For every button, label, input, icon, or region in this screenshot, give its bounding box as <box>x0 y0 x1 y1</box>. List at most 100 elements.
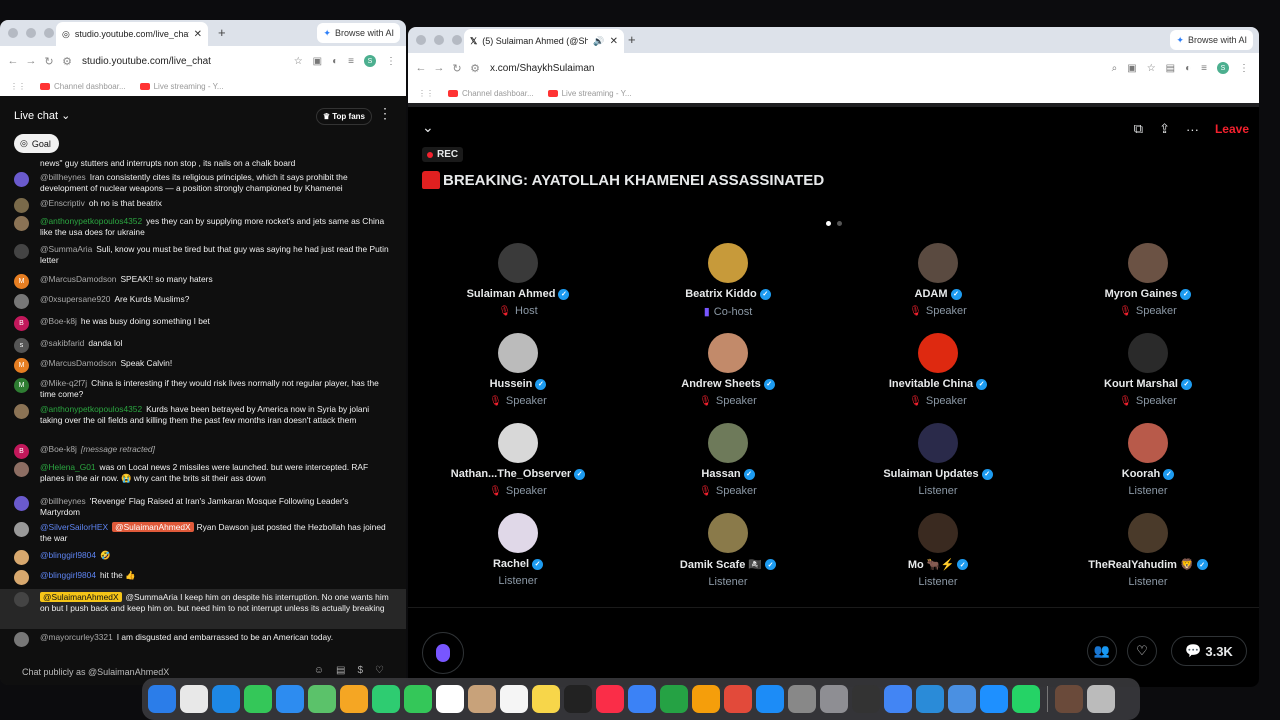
facetime-icon[interactable] <box>372 685 400 713</box>
avatar[interactable]: M <box>14 378 29 393</box>
bookmark-live-streaming[interactable]: Live streaming - Y... <box>139 82 224 91</box>
phone-icon[interactable] <box>404 685 432 713</box>
apps-grid-icon[interactable]: ⋮⋮ <box>10 82 26 91</box>
chat-username[interactable]: @Helena_G01 <box>40 462 96 472</box>
appstore-icon[interactable] <box>756 685 784 713</box>
superchat-icon[interactable]: $ <box>357 665 363 676</box>
finder-icon[interactable] <box>148 685 176 713</box>
leave-button[interactable]: Leave <box>1215 122 1249 136</box>
settings-icon[interactable] <box>820 685 848 713</box>
bookmark-star-icon[interactable]: ☆ <box>1147 63 1156 74</box>
participant[interactable]: ADAM ✓ 🎙 Speaker <box>833 243 1043 317</box>
chat-username[interactable]: @SulaimanAhmedX <box>40 592 122 602</box>
bookmark-star-icon[interactable]: ☆ <box>294 56 303 67</box>
avatar[interactable] <box>14 462 29 477</box>
reload-icon[interactable]: ↻ <box>448 62 466 75</box>
participant[interactable]: Sulaiman Updates ✓ Listener <box>833 423 1043 497</box>
window-controls[interactable] <box>416 35 462 45</box>
bookmark-live-streaming[interactable]: Live streaming - Y... <box>547 89 632 98</box>
browse-with-ai-button[interactable]: ✦ Browse with AI <box>1170 30 1253 50</box>
chat-username[interactable]: @mayorcurley3321 <box>40 632 113 642</box>
participant[interactable]: Mo 🐂⚡ ✓ Listener <box>833 513 1043 588</box>
photos-icon[interactable] <box>340 685 368 713</box>
chat-username[interactable]: @0xsupersane920 <box>40 294 110 304</box>
chat-username[interactable]: @sakibfarid <box>40 338 84 348</box>
avatar[interactable]: B <box>14 316 29 331</box>
participant-avatar[interactable] <box>708 513 748 553</box>
browse-with-ai-button[interactable]: ✦ Browse with AI <box>317 23 400 43</box>
participant-avatar[interactable] <box>1128 333 1168 373</box>
site-settings-icon[interactable]: ⚙ <box>466 62 484 75</box>
avatar[interactable] <box>14 198 29 213</box>
reload-icon[interactable]: ↻ <box>40 55 58 68</box>
page-dots[interactable] <box>826 221 842 226</box>
participant-avatar[interactable] <box>498 423 538 463</box>
participant-avatar[interactable] <box>1128 423 1168 463</box>
avatar[interactable] <box>14 550 29 565</box>
numbers-icon[interactable] <box>660 685 688 713</box>
bookmark-channel-dashboard[interactable]: Channel dashboar... <box>40 82 126 91</box>
chrome-icon[interactable] <box>884 685 912 713</box>
url-field[interactable]: x.com/ShaykhSulaiman <box>490 63 595 74</box>
participant[interactable]: Nathan...The_Observer ✓ 🎙 Speaker <box>413 423 623 497</box>
back-icon[interactable]: ← <box>412 62 430 74</box>
profile-avatar[interactable]: S <box>364 55 376 67</box>
share-icon[interactable]: ⇪ <box>1159 121 1170 137</box>
avatar[interactable]: M <box>14 358 29 373</box>
participant[interactable]: Myron Gaines ✓ 🎙 Speaker <box>1043 243 1253 317</box>
apps-grid-icon[interactable]: ⋮⋮ <box>418 89 434 98</box>
chat-username[interactable]: @Mike-q2f7j <box>40 378 87 388</box>
participant-avatar[interactable] <box>918 513 958 553</box>
edge-icon[interactable] <box>916 685 944 713</box>
avatar[interactable] <box>14 522 29 537</box>
window-controls[interactable] <box>8 28 54 38</box>
chat-username[interactable]: @blinggirl9804 <box>40 570 96 580</box>
avatar[interactable]: M <box>14 274 29 289</box>
close-tab-icon[interactable]: ✕ <box>194 29 202 40</box>
keynote-icon[interactable] <box>628 685 656 713</box>
speaker-icon[interactable]: 🔊 <box>593 36 604 47</box>
chat-username[interactable]: @anthonypetkopoulos4352 <box>40 216 142 226</box>
chat-menu-icon[interactable]: ⋮ <box>378 105 392 122</box>
finder2-icon[interactable] <box>948 685 976 713</box>
profile-avatar[interactable]: S <box>1217 62 1229 74</box>
participant[interactable]: Hassan ✓ 🎙 Speaker <box>623 423 833 497</box>
new-tab-icon[interactable]: + <box>628 32 636 47</box>
whatsapp-icon[interactable] <box>1012 685 1040 713</box>
sticker-icon[interactable]: ▤ <box>336 665 345 676</box>
chat-username[interactable]: @Boe-k8j <box>40 444 77 454</box>
microphone-button[interactable] <box>422 632 464 674</box>
participant-avatar[interactable] <box>498 243 538 283</box>
safari-icon[interactable] <box>212 685 240 713</box>
participant[interactable]: Sulaiman Ahmed ✓ 🎙 Host <box>413 243 623 317</box>
chat-username[interactable]: @SilverSailorHEX <box>40 522 108 532</box>
avatar[interactable]: B <box>14 444 29 459</box>
rocket-icon[interactable] <box>724 685 752 713</box>
collapse-chevron-icon[interactable]: ⌄ <box>422 119 434 136</box>
send-icon[interactable]: ♡ <box>375 665 384 676</box>
calendar-icon[interactable] <box>436 685 464 713</box>
participant-avatar[interactable] <box>498 333 538 373</box>
launchpad-icon[interactable] <box>180 685 208 713</box>
bookmark-channel-dashboard[interactable]: Channel dashboar... <box>448 89 534 98</box>
forward-icon[interactable]: → <box>430 62 448 74</box>
tab-x-profile[interactable]: 𝕏 (5) Sulaiman Ahmed (@ShaykhSulaiman) 🔊… <box>464 29 624 53</box>
browser-menu-icon[interactable]: ⋮ <box>386 56 396 67</box>
more-icon[interactable]: ··· <box>1186 122 1199 137</box>
people-button[interactable]: 👥 <box>1087 636 1117 666</box>
participant-avatar[interactable] <box>708 333 748 373</box>
participant-avatar[interactable] <box>708 423 748 463</box>
extension-icon-3[interactable]: ≡ <box>348 56 354 67</box>
avatar[interactable]: s <box>14 338 29 353</box>
avatar[interactable] <box>14 632 29 647</box>
tab-youtube-studio[interactable]: ◎ studio.youtube.com/live_chat ✕ <box>56 22 208 46</box>
extension-icon[interactable]: ▤ <box>1166 63 1175 74</box>
extension-icon-2[interactable]: ◐ <box>1185 63 1191 74</box>
browser-menu-icon[interactable]: ⋮ <box>1239 63 1249 74</box>
participant-avatar[interactable] <box>918 243 958 283</box>
avatar[interactable] <box>14 244 29 259</box>
chat-username[interactable]: @blinggirl9804 <box>40 550 96 560</box>
participant[interactable]: Koorah ✓ Listener <box>1043 423 1253 497</box>
avatar[interactable] <box>14 294 29 309</box>
avatar[interactable] <box>14 216 29 231</box>
